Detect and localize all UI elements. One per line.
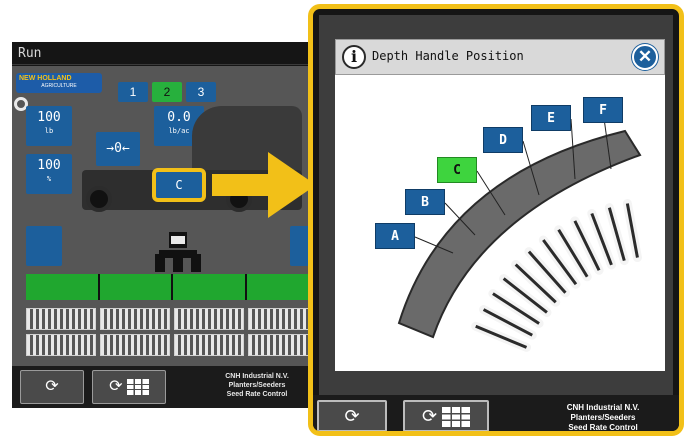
position-d-button[interactable]: D <box>483 127 523 153</box>
refresh-icon: ⟳ <box>45 378 59 395</box>
position-e-button[interactable]: E <box>531 105 571 131</box>
row-gauges-bottom <box>26 334 318 356</box>
zoomed-company-feature: Seed Rate Control <box>568 423 638 432</box>
close-button[interactable]: ✕ <box>632 44 658 70</box>
row-gauges-top <box>26 308 318 330</box>
run-screen: Run NEW HOLLAND AGRICULTURE 1 2 3 100 lb… <box>12 42 318 408</box>
company-name: CNH Industrial N.V. <box>225 373 289 380</box>
grid-icon <box>126 378 149 395</box>
dialog-body: A B C D E F <box>335 75 665 371</box>
percent-value: 100 <box>37 158 61 173</box>
position-f-button[interactable]: F <box>583 97 623 123</box>
percent-unit: % <box>46 175 52 183</box>
zoom-arrow-icon <box>212 152 316 218</box>
title-divider <box>12 64 318 65</box>
refresh-grid-button[interactable]: ⟳ <box>92 370 166 404</box>
zoomed-refresh-button[interactable]: ⟳ <box>317 400 387 431</box>
row-gauge <box>174 334 244 356</box>
tank-weight-value: 100 <box>37 110 61 125</box>
run-bottom-bar: ⟳ ⟳ CNH Industrial N.V. Planters/Seeders… <box>12 366 318 408</box>
row-status-bar <box>26 274 318 300</box>
row-segment <box>26 274 98 300</box>
tank-weight-box[interactable]: 100 lb <box>26 106 72 146</box>
position-a-button[interactable]: A <box>375 223 415 249</box>
position-c-button[interactable]: C <box>437 157 477 183</box>
logo-sub: AGRICULTURE <box>41 83 77 89</box>
info-icon[interactable]: i <box>342 45 366 69</box>
zoomed-company-name: CNH Industrial N.V. <box>566 403 640 412</box>
section-button-1[interactable]: 1 <box>118 82 148 102</box>
new-holland-logo: NEW HOLLAND AGRICULTURE <box>16 73 102 93</box>
row-segment <box>99 274 171 300</box>
row-segment <box>173 274 245 300</box>
section-button-3[interactable]: 3 <box>186 82 216 102</box>
company-info: CNH Industrial N.V. Planters/Seeders See… <box>202 372 312 399</box>
guidance-side-button[interactable] <box>26 226 62 266</box>
screenshot-stage: Run NEW HOLLAND AGRICULTURE 1 2 3 100 lb… <box>0 0 687 440</box>
refresh-icon: ⟳ <box>109 378 123 395</box>
row-gauge <box>26 334 96 356</box>
planter-wheel-left <box>86 186 112 212</box>
company-product: Planters/Seeders <box>228 382 286 389</box>
row-gauge <box>174 308 244 330</box>
section-button-2[interactable]: 2 <box>152 82 182 102</box>
depth-handle-shortcut-label: C <box>156 172 202 198</box>
position-b-button[interactable]: B <box>405 189 445 215</box>
logo-brand: NEW HOLLAND <box>19 75 72 82</box>
dialog-title: Depth Handle Position <box>372 49 524 63</box>
depth-handle-shortcut-button[interactable]: C <box>152 168 206 202</box>
row-gauge <box>26 308 96 330</box>
percent-box[interactable]: 100 % <box>26 154 72 194</box>
row-gauge <box>100 308 170 330</box>
zoomed-company-info: CNH Industrial N.V. Planters/Seeders See… <box>533 403 673 432</box>
dialog-header: i Depth Handle Position ✕ <box>335 39 665 75</box>
tractor-icon <box>155 232 201 272</box>
zoomed-company-product: Planters/Seeders <box>570 413 636 422</box>
run-screen-title: Run <box>18 46 42 61</box>
refresh-icon: ⟳ <box>344 406 360 426</box>
row-gauge <box>100 334 170 356</box>
zoomed-bottom-bar: ⟳ ⟳ CNH Industrial N.V. Planters/Seeders… <box>313 395 679 431</box>
zoomed-view-frame: i Depth Handle Position ✕ A B C D E F ⟳ <box>308 4 684 436</box>
refresh-button[interactable]: ⟳ <box>20 370 84 404</box>
refresh-icon: ⟳ <box>421 406 438 426</box>
tank-weight-unit: lb <box>44 127 54 135</box>
company-feature: Seed Rate Control <box>226 391 288 398</box>
grid-icon <box>442 407 471 428</box>
zoomed-refresh-grid-button[interactable]: ⟳ <box>403 400 489 431</box>
offset-button[interactable]: →0← <box>96 132 140 166</box>
